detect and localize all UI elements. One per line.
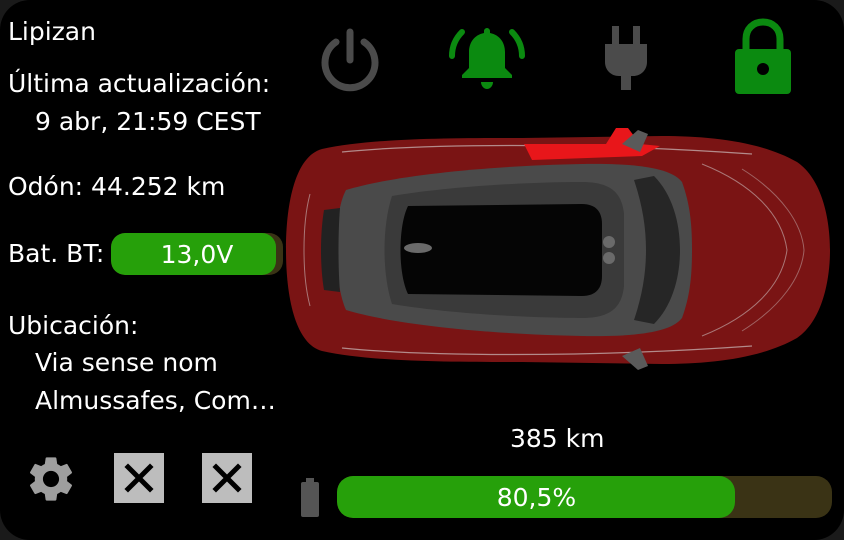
lock-icon[interactable] [733, 17, 793, 95]
odometer-text: Odón: 44.252 km [8, 172, 226, 201]
charge-level-value-wrap: 80,5% [337, 476, 832, 518]
power-icon[interactable] [316, 26, 384, 94]
settings-gear-icon[interactable] [24, 452, 78, 506]
close-button-1[interactable] [114, 453, 164, 503]
vehicle-widget: Lipizan Última actualización: 9 abr, 21:… [0, 0, 844, 540]
range-text: 385 km [510, 424, 605, 453]
battery-12v-value: 13,0V [160, 239, 234, 269]
battery-icon [299, 478, 321, 518]
charge-level-bar: 80,5% [337, 476, 832, 518]
alarm-bell-icon[interactable] [448, 20, 526, 96]
last-update-label: Última actualización: [8, 69, 271, 98]
battery-12v-bar: 13,0V [111, 233, 283, 275]
vehicle-name: Lipizan [8, 17, 96, 46]
location-line1: Via sense nom [35, 348, 218, 377]
plug-icon[interactable] [601, 24, 651, 92]
close-x-icon [124, 463, 154, 493]
location-label: Ubicación: [8, 311, 139, 340]
close-button-2[interactable] [202, 453, 252, 503]
charge-level-value: 80,5% [496, 482, 577, 512]
last-update-value: 9 abr, 21:59 CEST [35, 107, 261, 136]
close-x-icon [212, 463, 242, 493]
location-line2: Almussafes, Com… [35, 386, 276, 415]
battery-12v-label: Bat. BT: [8, 239, 105, 268]
car-top-view-image [286, 128, 830, 370]
